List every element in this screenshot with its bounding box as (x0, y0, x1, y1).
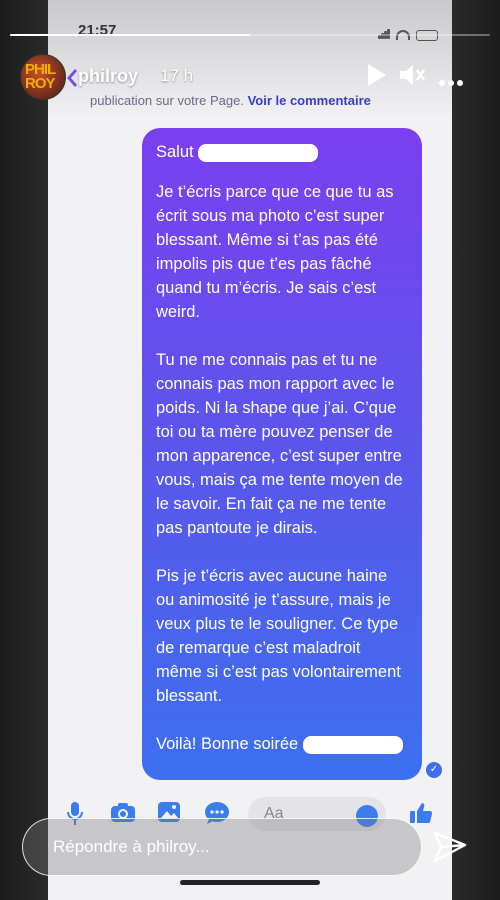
story-time-ago: 17 h (160, 66, 194, 85)
message-bubble: Salut Je t’écris parce que ce que tu as … (142, 128, 422, 780)
see-comment-link[interactable]: Voir le commentaire (248, 93, 371, 108)
story-progress-bar (10, 34, 490, 36)
thumbs-up-icon[interactable] (408, 801, 434, 827)
back-chevron-icon[interactable] (66, 68, 78, 88)
message-closing: Voilà! Bonne soirée (156, 732, 408, 756)
message-paragraph-1: Je t’écris parce que ce que tu as écrit … (156, 183, 394, 321)
story-progress-fill (10, 34, 250, 36)
mute-icon[interactable] (398, 62, 426, 88)
seen-check-icon: ✓ (426, 762, 442, 778)
play-icon[interactable] (366, 62, 388, 88)
redaction-mark (302, 735, 403, 754)
message-greeting: Salut (156, 140, 408, 164)
avatar[interactable]: PHIL ROY (20, 54, 66, 100)
message-paragraph-3: Pis je t’écris avec aucune haine ou anim… (156, 567, 401, 705)
home-indicator (180, 880, 320, 885)
avatar-logo: PHIL ROY (25, 61, 56, 92)
send-icon[interactable] (432, 830, 468, 864)
message-paragraph-2: Tu ne me connais pas et tu ne connais pa… (156, 351, 403, 537)
story-username[interactable]: philroy (78, 66, 138, 87)
story-reply-input[interactable]: Répondre à philroy... (22, 818, 422, 876)
comment-notice: publication sur votre Page. Voir le comm… (90, 93, 371, 108)
redaction-mark (198, 143, 319, 162)
screenshot-panel: 21:57 publication sur votre Page. Voir l… (48, 0, 452, 900)
phone-clock: 21:57 (78, 22, 117, 39)
more-options-icon[interactable] (438, 70, 464, 96)
